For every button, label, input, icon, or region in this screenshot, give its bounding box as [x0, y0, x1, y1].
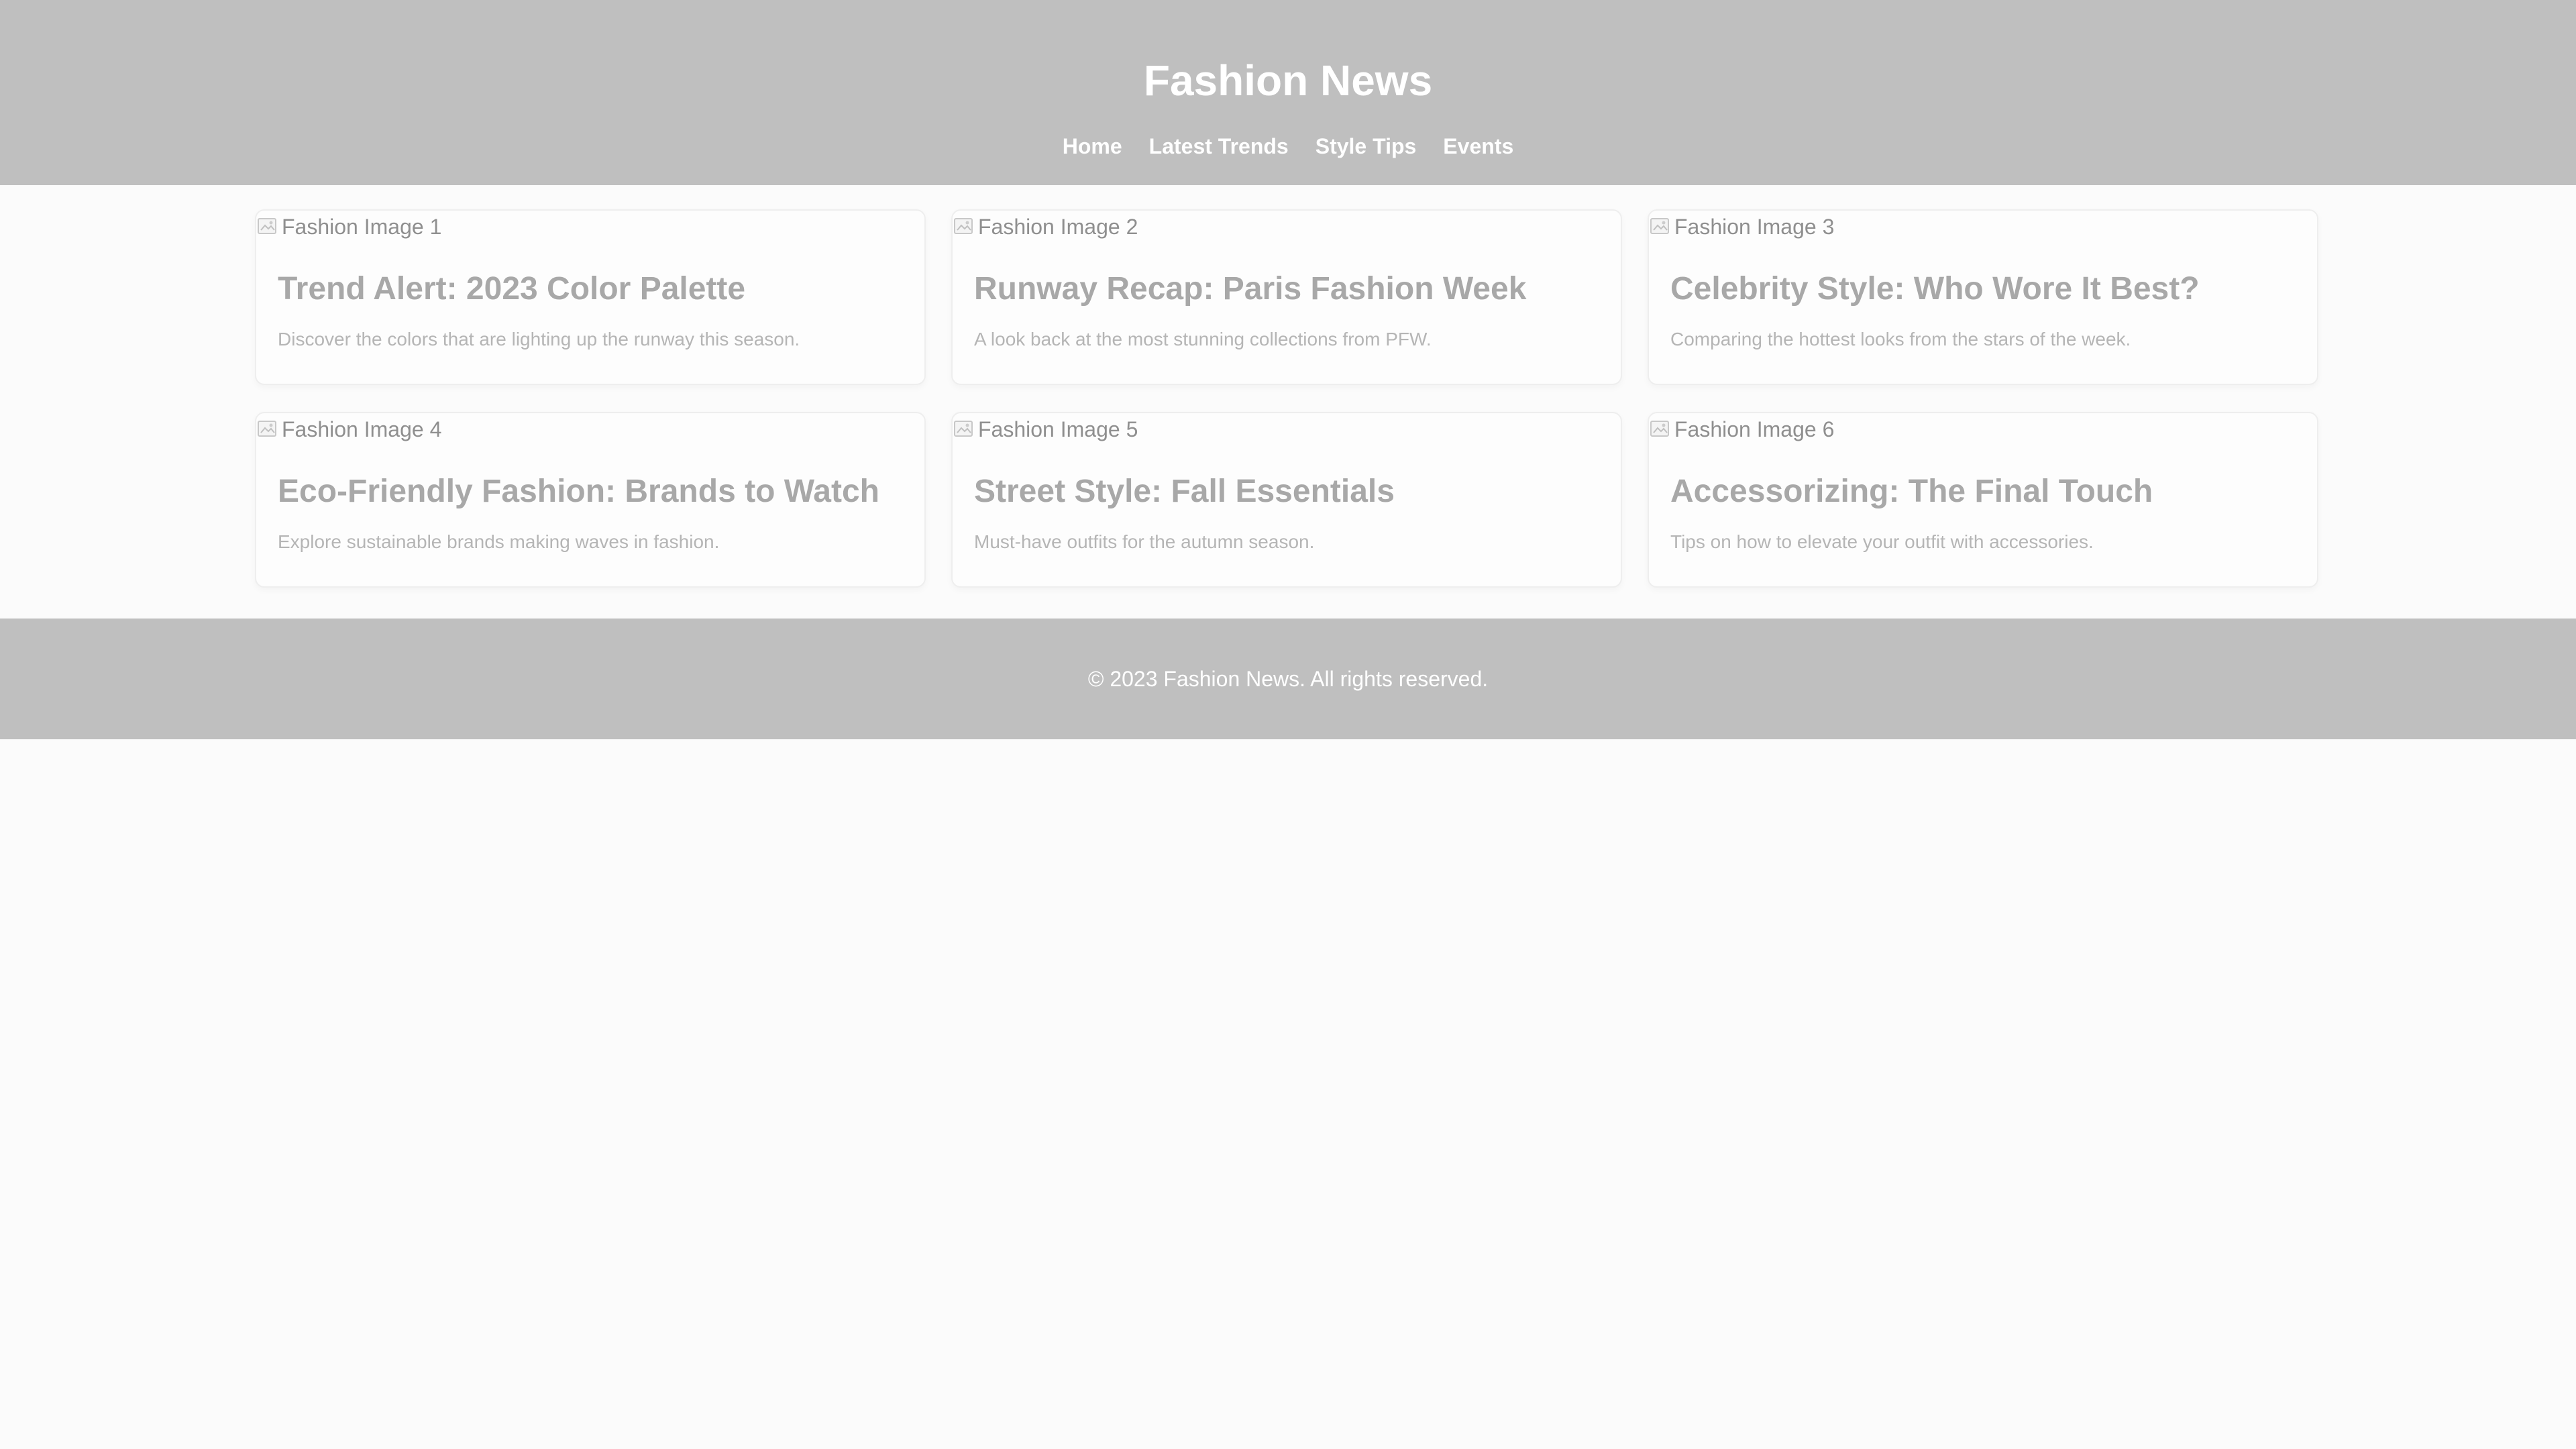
broken-image-icon [1650, 421, 1669, 437]
article-grid: Fashion Image 1 Trend Alert: 2023 Color … [255, 209, 2318, 588]
article-description: Must-have outfits for the autumn season. [974, 531, 1315, 552]
article-card[interactable]: Fashion Image 3 Celebrity Style: Who Wor… [1648, 209, 2318, 385]
article-image: Fashion Image 5 [953, 413, 1138, 445]
broken-image-icon [954, 218, 973, 234]
image-alt-text: Fashion Image 5 [978, 417, 1138, 441]
nav-link-home[interactable]: Home [1063, 130, 1122, 162]
article-card[interactable]: Fashion Image 5 Street Style: Fall Essen… [951, 412, 1622, 588]
nav-link-style-tips[interactable]: Style Tips [1316, 130, 1417, 162]
article-title[interactable]: Street Style: Fall Essentials [974, 471, 1395, 513]
article-card[interactable]: Fashion Image 1 Trend Alert: 2023 Color … [255, 209, 926, 385]
article-title[interactable]: Trend Alert: 2023 Color Palette [278, 268, 745, 310]
article-image: Fashion Image 6 [1649, 413, 1834, 445]
article-description: Discover the colors that are lighting up… [278, 329, 800, 350]
article-card[interactable]: Fashion Image 2 Runway Recap: Paris Fash… [951, 209, 1622, 385]
image-alt-text: Fashion Image 6 [1674, 417, 1835, 441]
article-image: Fashion Image 3 [1649, 211, 1834, 243]
broken-image-icon [1650, 218, 1669, 234]
article-description: A look back at the most stunning collect… [974, 329, 1432, 350]
article-title[interactable]: Eco-Friendly Fashion: Brands to Watch [278, 471, 879, 513]
broken-image-icon [954, 421, 973, 437]
article-card[interactable]: Fashion Image 6 Accessorizing: The Final… [1648, 412, 2318, 588]
article-description: Comparing the hottest looks from the sta… [1670, 329, 2131, 350]
broken-image-icon [258, 218, 276, 234]
article-description: Tips on how to elevate your outfit with … [1670, 531, 2094, 552]
article-description: Explore sustainable brands making waves … [278, 531, 720, 552]
image-alt-text: Fashion Image 2 [978, 215, 1138, 239]
main-nav: Home Latest Trends Style Tips Events [0, 130, 2576, 162]
article-card[interactable]: Fashion Image 4 Eco-Friendly Fashion: Br… [255, 412, 926, 588]
broken-image-icon [258, 421, 276, 437]
nav-link-events[interactable]: Events [1443, 130, 1513, 162]
copyright-text: © 2023 Fashion News. All rights reserved… [1087, 667, 1489, 691]
article-title[interactable]: Celebrity Style: Who Wore It Best? [1670, 268, 2200, 310]
site-footer: © 2023 Fashion News. All rights reserved… [0, 619, 2576, 739]
site-title: Fashion News [1143, 56, 1433, 105]
image-alt-text: Fashion Image 1 [282, 215, 442, 239]
article-image: Fashion Image 1 [256, 211, 441, 243]
article-image: Fashion Image 4 [256, 413, 441, 445]
image-alt-text: Fashion Image 3 [1674, 215, 1835, 239]
image-alt-text: Fashion Image 4 [282, 417, 442, 441]
nav-link-latest-trends[interactable]: Latest Trends [1149, 130, 1289, 162]
article-title[interactable]: Runway Recap: Paris Fashion Week [974, 268, 1526, 310]
article-image: Fashion Image 2 [953, 211, 1138, 243]
site-header: Fashion News Home Latest Trends Style Ti… [0, 0, 2576, 185]
article-title[interactable]: Accessorizing: The Final Touch [1670, 471, 2153, 513]
